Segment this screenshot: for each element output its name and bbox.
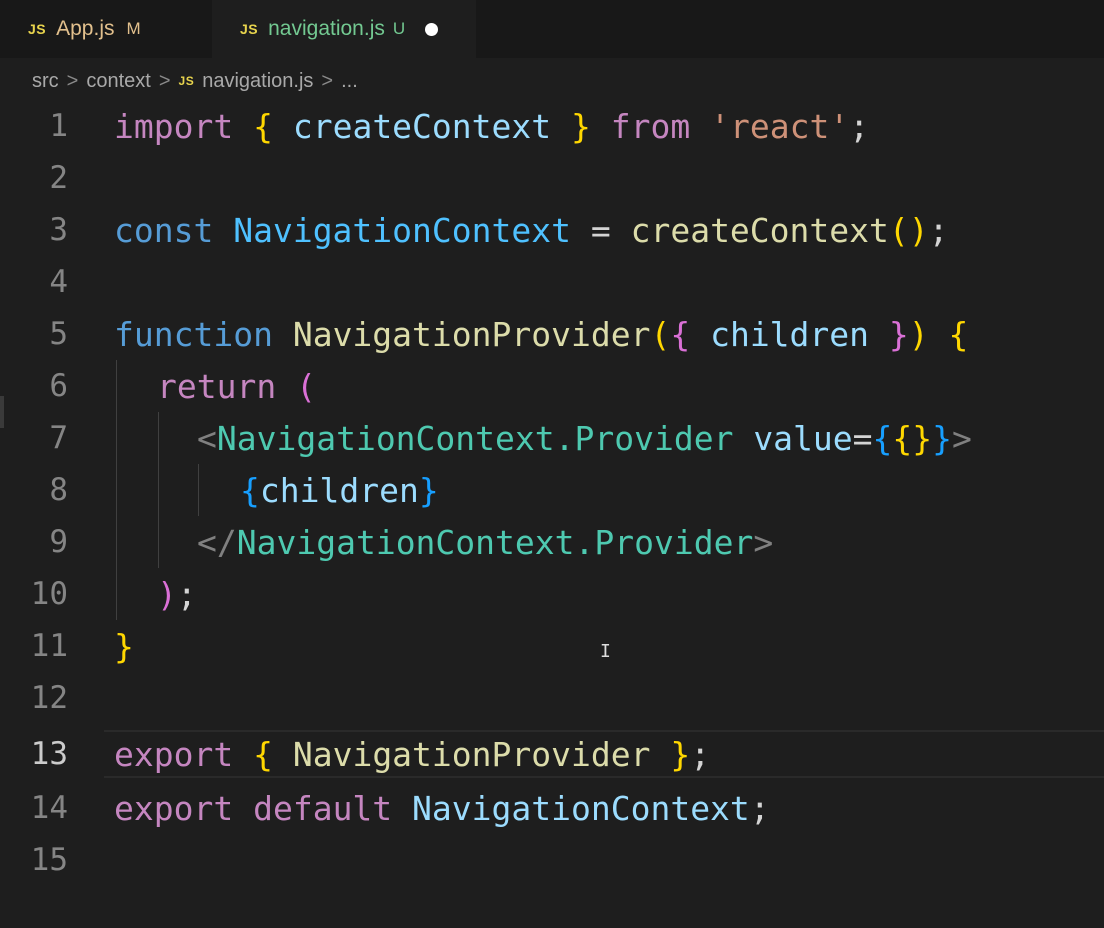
breadcrumb-item-file[interactable]: navigation.js (202, 70, 313, 93)
chevron-right-icon: > (158, 69, 171, 92)
line-number: 10 (30, 576, 68, 612)
code-line[interactable]: 10 ); (0, 568, 1104, 620)
line-number: 9 (49, 524, 68, 560)
breadcrumb-item-src[interactable]: src (32, 70, 59, 93)
breadcrumb-item-symbols[interactable]: ... (341, 70, 358, 93)
javascript-file-icon: JS (28, 21, 47, 37)
line-number: 8 (49, 472, 68, 508)
code-line[interactable]: 8 {children} (0, 464, 1104, 516)
breadcrumb-item-context[interactable]: context (86, 70, 150, 93)
line-number: 1 (49, 108, 68, 144)
tab-label: navigation.js (268, 17, 385, 40)
line-number: 6 (49, 368, 68, 404)
code-text: export { NavigationProvider }; (114, 734, 711, 774)
line-number: 7 (49, 420, 68, 456)
code-text: return ( (157, 366, 316, 406)
code-line[interactable]: 14 export default NavigationContext; (0, 782, 1104, 834)
code-line[interactable]: 4 (0, 256, 1104, 308)
tab-app-js[interactable]: JS App.js M (0, 0, 212, 58)
code-text: function NavigationProvider({ children }… (114, 314, 969, 354)
line-number: 15 (30, 842, 68, 878)
code-line[interactable]: 6 return ( (0, 360, 1104, 412)
line-number: 5 (49, 316, 68, 352)
code-line[interactable]: 15 (0, 834, 1104, 886)
line-number: 4 (49, 264, 68, 300)
code-line[interactable]: 5 function NavigationProvider({ children… (0, 308, 1104, 360)
line-number: 13 (30, 736, 68, 772)
line-number: 14 (30, 790, 68, 826)
chevron-right-icon: > (321, 69, 334, 92)
code-text: {children} (240, 470, 439, 510)
code-text: } (114, 626, 134, 666)
tab-navigation-js[interactable]: JS navigation.js U (212, 0, 476, 58)
code-line[interactable]: 2 (0, 152, 1104, 204)
code-text: import { createContext } from 'react'; (114, 106, 870, 146)
line-number: 12 (30, 680, 68, 716)
javascript-file-icon: JS (178, 74, 195, 88)
code-line-current[interactable]: 13 export { NavigationProvider }; (0, 728, 1104, 780)
code-line[interactable]: 1 import { createContext } from 'react'; (0, 100, 1104, 152)
git-status-badge: U (392, 19, 406, 38)
code-editor[interactable]: 1 import { createContext } from 'react';… (0, 100, 1104, 928)
unsaved-changes-dot-icon[interactable] (425, 22, 439, 36)
code-text: ); (157, 574, 197, 614)
javascript-file-icon: JS (240, 21, 259, 37)
line-number: 2 (49, 160, 68, 196)
tab-bar: JS App.js M JS navigation.js U (0, 0, 1104, 58)
code-text: export default NavigationContext; (114, 788, 770, 828)
line-number: 3 (49, 212, 68, 248)
tab-label: App.js (56, 17, 115, 40)
line-number: 11 (30, 628, 68, 664)
code-text: const NavigationContext = createContext(… (114, 210, 949, 250)
code-line[interactable]: 11 } (0, 620, 1104, 672)
code-text: <NavigationContext.Provider value={{}}> (197, 418, 972, 458)
git-status-badge: M (126, 19, 141, 38)
chevron-right-icon: > (66, 69, 79, 92)
code-line[interactable]: 12 (0, 672, 1104, 724)
text-cursor-icon: I (600, 641, 611, 662)
breadcrumb: src > context > JS navigation.js > ... (32, 66, 358, 96)
code-text: </NavigationContext.Provider> (197, 522, 774, 562)
code-line[interactable]: 7 <NavigationContext.Provider value={{}}… (0, 412, 1104, 464)
code-line[interactable]: 3 const NavigationContext = createContex… (0, 204, 1104, 256)
code-line[interactable]: 9 </NavigationContext.Provider> (0, 516, 1104, 568)
